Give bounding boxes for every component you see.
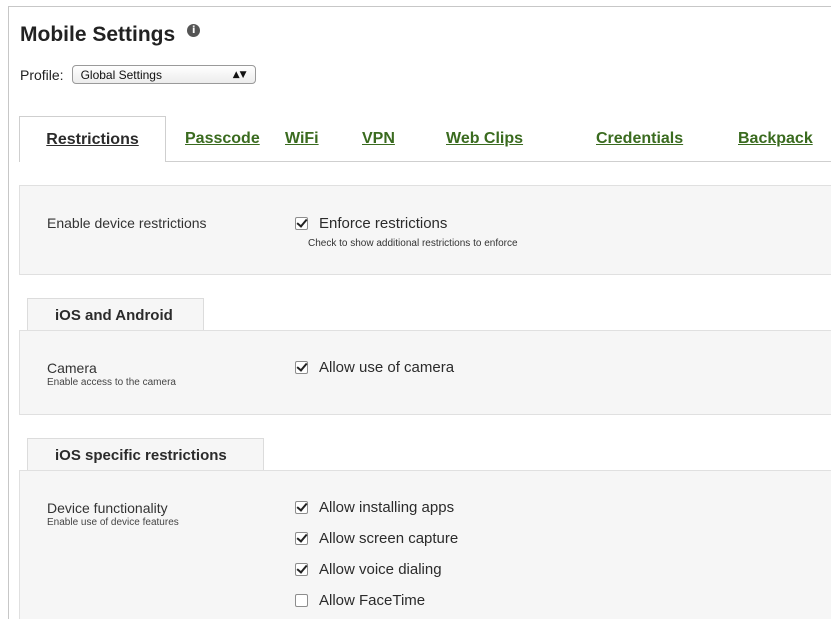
device-functionality-sub: Enable use of device features: [47, 517, 179, 528]
settings-tabs: Restrictions Passcode WiFi VPN Web Clips…: [19, 116, 831, 162]
restrictions-panel: Enable device restrictions Enforce restr…: [19, 185, 831, 275]
info-icon[interactable]: i: [187, 23, 201, 37]
allow-camera-checkbox[interactable]: [295, 361, 308, 374]
allow-camera-label: Allow use of camera: [319, 359, 455, 376]
allow-screen-capture-checkbox[interactable]: [295, 532, 308, 545]
profile-row: Profile: Global Settings ▲▼: [20, 65, 256, 84]
allow-voice-dialing-option[interactable]: Allow voice dialing: [295, 561, 442, 578]
camera-label: Camera: [47, 360, 97, 376]
tab-vpn[interactable]: VPN: [362, 116, 395, 162]
tab-backpack-label: Backpack: [738, 130, 813, 147]
tab-backpack[interactable]: Backpack: [738, 116, 813, 162]
allow-installing-apps-option[interactable]: Allow installing apps: [295, 499, 454, 516]
tab-vpn-label: VPN: [362, 130, 395, 147]
allow-camera-option[interactable]: Allow use of camera: [295, 359, 454, 376]
allow-screen-capture-label: Allow screen capture: [319, 530, 459, 547]
page-title-text: Mobile Settings: [20, 23, 176, 46]
profile-label: Profile:: [20, 66, 64, 83]
profile-select-value: Global Settings: [80, 67, 162, 82]
tab-credentials[interactable]: Credentials: [596, 116, 683, 162]
section-title-ios-specific: iOS specific restrictions: [55, 446, 227, 464]
tab-credentials-label: Credentials: [596, 130, 684, 147]
ios-specific-panel: Device functionality Enable use of devic…: [19, 470, 831, 619]
ios-android-panel: Camera Enable access to the camera Allow…: [19, 330, 831, 415]
select-arrows-icon: ▲▼: [232, 69, 247, 80]
allow-voice-dialing-label: Allow voice dialing: [319, 561, 442, 578]
tab-web-clips[interactable]: Web Clips: [446, 116, 523, 162]
section-tab-ios-specific: iOS specific restrictions: [27, 438, 264, 471]
allow-voice-dialing-checkbox[interactable]: [295, 563, 308, 576]
allow-installing-apps-checkbox[interactable]: [295, 501, 308, 514]
tab-wifi[interactable]: WiFi: [285, 116, 319, 162]
allow-screen-capture-option[interactable]: Allow screen capture: [295, 530, 458, 547]
tab-wifi-label: WiFi: [285, 130, 319, 147]
restrictions-hint: Check to show additional restrictions to…: [308, 238, 518, 249]
tab-restrictions-label: Restrictions: [46, 130, 139, 148]
tab-passcode[interactable]: Passcode: [185, 116, 260, 162]
enforce-restrictions-option[interactable]: Enforce restrictions: [295, 215, 447, 232]
device-functionality-label: Device functionality: [47, 500, 168, 516]
section-tab-ios-android: iOS and Android: [27, 298, 204, 331]
tab-passcode-label: Passcode: [185, 130, 260, 147]
section-title-ios-android: iOS and Android: [55, 306, 173, 324]
restrictions-label: Enable device restrictions: [47, 215, 207, 231]
enforce-restrictions-label: Enforce restrictions: [319, 215, 448, 232]
allow-installing-apps-label: Allow installing apps: [319, 499, 455, 516]
page-title: Mobile Settings i: [20, 23, 201, 47]
tab-web-clips-label: Web Clips: [446, 130, 524, 147]
camera-sub: Enable access to the camera: [47, 377, 176, 388]
enforce-restrictions-checkbox[interactable]: [295, 217, 308, 230]
allow-facetime-checkbox[interactable]: [295, 594, 308, 607]
tab-restrictions[interactable]: Restrictions: [19, 116, 166, 162]
allow-facetime-label: Allow FaceTime: [319, 592, 426, 609]
allow-facetime-option[interactable]: Allow FaceTime: [295, 592, 425, 609]
profile-select[interactable]: Global Settings ▲▼: [71, 65, 256, 84]
